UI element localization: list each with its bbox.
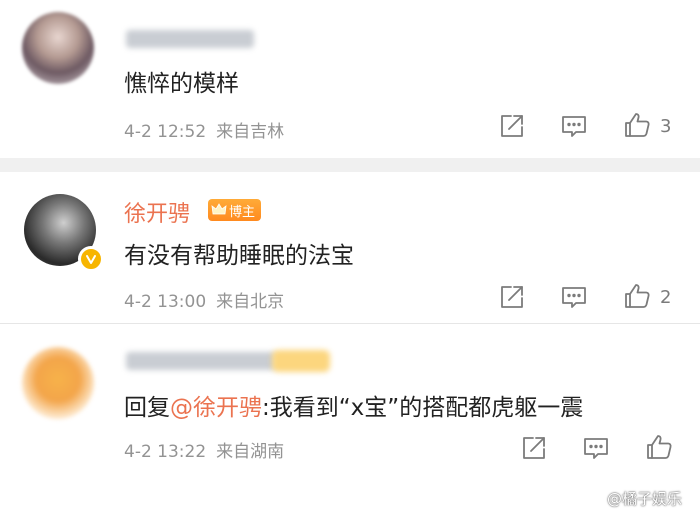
comment-item — [0, 0, 700, 158]
username[interactable]: 徐开骋 — [124, 196, 190, 228]
mention-link[interactable]: @徐开骋 — [170, 395, 262, 421]
comment-text: 憔悴的模样 — [124, 71, 239, 97]
blurred-badge — [272, 350, 330, 372]
weibo-logo-icon — [582, 491, 603, 507]
share-button[interactable] — [497, 111, 527, 141]
comment-text: 回复@徐开骋:我看到“x宝”的搭配都虎躯一震 — [124, 388, 583, 422]
like-icon — [625, 113, 650, 137]
watermark: @橘子娱乐 — [582, 488, 682, 509]
comment-meta: 4-2 13:00 来自北京 — [124, 287, 284, 312]
comment-time: 4-2 12:52 — [124, 122, 207, 142]
like-icon — [625, 284, 650, 308]
avatar[interactable] — [22, 347, 94, 419]
like-icon — [647, 435, 672, 459]
verified-icon — [86, 255, 96, 264]
comment-location: 来自吉林 — [216, 122, 285, 142]
reply-body: :我看到“x宝”的搭配都虎躯一震 — [262, 395, 584, 421]
blurred-username — [126, 30, 254, 48]
share-button[interactable] — [497, 282, 527, 312]
share-icon — [501, 115, 523, 137]
share-icon — [501, 286, 523, 308]
comment-button[interactable] — [559, 282, 589, 312]
comment-location: 来自湖南 — [216, 442, 285, 462]
comment-time: 4-2 13:00 — [124, 292, 207, 312]
comment-text: 有没有帮助睡眠的法宝 — [124, 243, 354, 269]
comment-icon — [584, 438, 608, 459]
badge-label: 博主 — [229, 204, 256, 220]
like-button[interactable] — [622, 281, 652, 311]
avatar[interactable] — [22, 12, 94, 84]
comment-meta: 4-2 12:52 来自吉林 — [124, 117, 284, 142]
crown-icon — [211, 203, 227, 215]
comment-button[interactable] — [559, 111, 589, 141]
like-count: 2 — [660, 287, 672, 308]
share-icon — [523, 437, 545, 459]
author-badge: 博主 — [208, 199, 262, 221]
like-button[interactable] — [622, 110, 652, 140]
comment-time: 4-2 13:22 — [124, 442, 207, 462]
watermark-text: @橘子娱乐 — [607, 490, 683, 508]
verified-badge — [78, 246, 104, 272]
like-button[interactable] — [644, 432, 674, 462]
reply-prefix: 回复 — [124, 395, 170, 421]
comment-icon — [562, 116, 586, 137]
comment-button[interactable] — [581, 433, 611, 463]
divider-line — [0, 323, 700, 324]
like-count: 3 — [660, 116, 672, 137]
share-button[interactable] — [519, 433, 549, 463]
comment-icon — [562, 287, 586, 308]
blurred-username — [126, 352, 276, 370]
section-separator — [0, 158, 700, 172]
comment-meta: 4-2 13:22 来自湖南 — [124, 437, 284, 462]
comment-location: 来自北京 — [216, 292, 285, 312]
